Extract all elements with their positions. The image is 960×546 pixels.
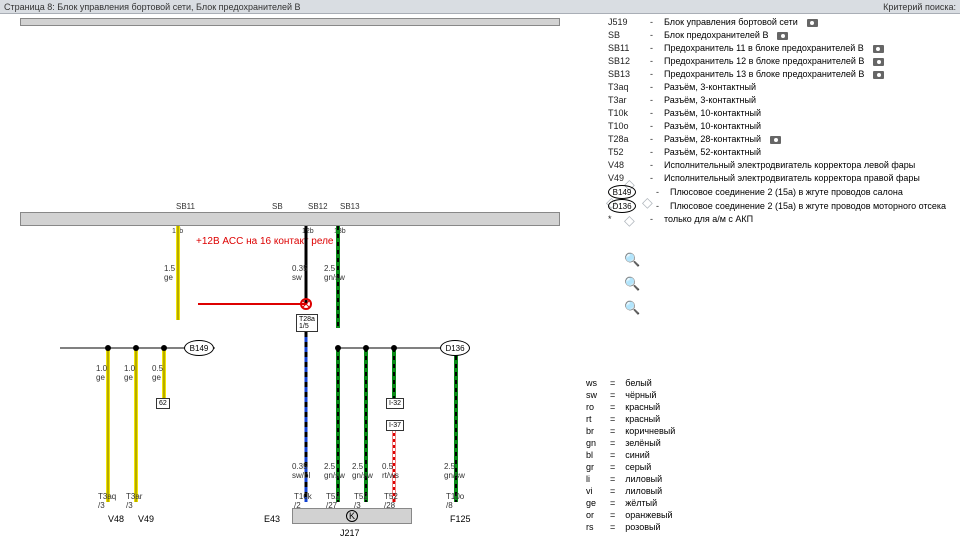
color-row: sw=чёрный <box>586 389 675 401</box>
camera-icon[interactable] <box>873 58 884 66</box>
camera-icon[interactable] <box>807 19 818 27</box>
camera-icon[interactable] <box>770 136 781 144</box>
color-row: li=лиловый <box>586 473 675 485</box>
legend-row: SB11-Предохранитель 11 в блоке предохран… <box>608 42 958 55</box>
legend-row: T10k-Разъём, 10-контактный <box>608 107 958 120</box>
legend-row: B149-Плюсовое соединение 2 (15a) в жгуте… <box>608 185 958 199</box>
zoom-in-icon[interactable]: 🔍 <box>624 252 640 268</box>
camera-icon[interactable] <box>873 45 884 53</box>
color-row: rs=розовый <box>586 521 675 533</box>
zoom-tools: 🔍 🔍 🔍 <box>624 252 640 316</box>
wiring-diagram[interactable]: SB11 SB SB12 SB13 11b 12b 13b +12В АСС н… <box>0 14 580 541</box>
legend-row: T28a-Разъём, 28-контактный <box>608 133 958 146</box>
color-row: or=оранжевый <box>586 509 675 521</box>
color-row: rt=красный <box>586 413 675 425</box>
legend-row: T52-Разъём, 52-контактный <box>608 146 958 159</box>
legend-row: *-только для а/м с АКП <box>608 213 958 226</box>
color-row: ro=красный <box>586 401 675 413</box>
legend-row: D136-Плюсовое соединение 2 (15a) в жгуте… <box>608 199 958 213</box>
legend-row: SB13-Предохранитель 13 в блоке предохран… <box>608 68 958 81</box>
legend-row: T3ar-Разъём, 3-контактный <box>608 94 958 107</box>
color-row: gr=серый <box>586 461 675 473</box>
camera-icon[interactable] <box>777 32 788 40</box>
color-row: gn=зелёный <box>586 437 675 449</box>
legend-row: V49-Исполнительный электродвигатель корр… <box>608 172 958 185</box>
node-b149: B149 <box>184 340 214 356</box>
color-row: br=коричневый <box>586 425 675 437</box>
legend-row: T10o-Разъём, 10-контактный <box>608 120 958 133</box>
component-legend: J519-Блок управления бортовой сети SB-Бл… <box>608 16 958 226</box>
node-d136: D136 <box>440 340 470 356</box>
color-row: bl=синий <box>586 449 675 461</box>
camera-icon[interactable] <box>873 71 884 79</box>
color-legend: ws=белыйsw=чёрныйro=красныйrt=красныйbr=… <box>586 377 675 533</box>
j217-box: K <box>292 508 412 524</box>
legend-row: J519-Блок управления бортовой сети <box>608 16 958 29</box>
legend-row: V48-Исполнительный электродвигатель корр… <box>608 159 958 172</box>
search-label[interactable]: Критерий поиска: <box>883 2 956 12</box>
color-row: ge=жёлтый <box>586 497 675 509</box>
title-bar: Страница 8: Блок управления бортовой сет… <box>0 0 960 14</box>
legend-row: T3aq-Разъём, 3-контактный <box>608 81 958 94</box>
legend-row: SB12-Предохранитель 12 в блоке предохран… <box>608 55 958 68</box>
zoom-fit-icon[interactable]: 🔍 <box>624 300 640 316</box>
legend-row: SB-Блок предохранителей B <box>608 29 958 42</box>
color-row: ws=белый <box>586 377 675 389</box>
zoom-out-icon[interactable]: 🔍 <box>624 276 640 292</box>
page-title: Страница 8: Блок управления бортовой сет… <box>4 2 301 12</box>
color-row: vi=лиловый <box>586 485 675 497</box>
